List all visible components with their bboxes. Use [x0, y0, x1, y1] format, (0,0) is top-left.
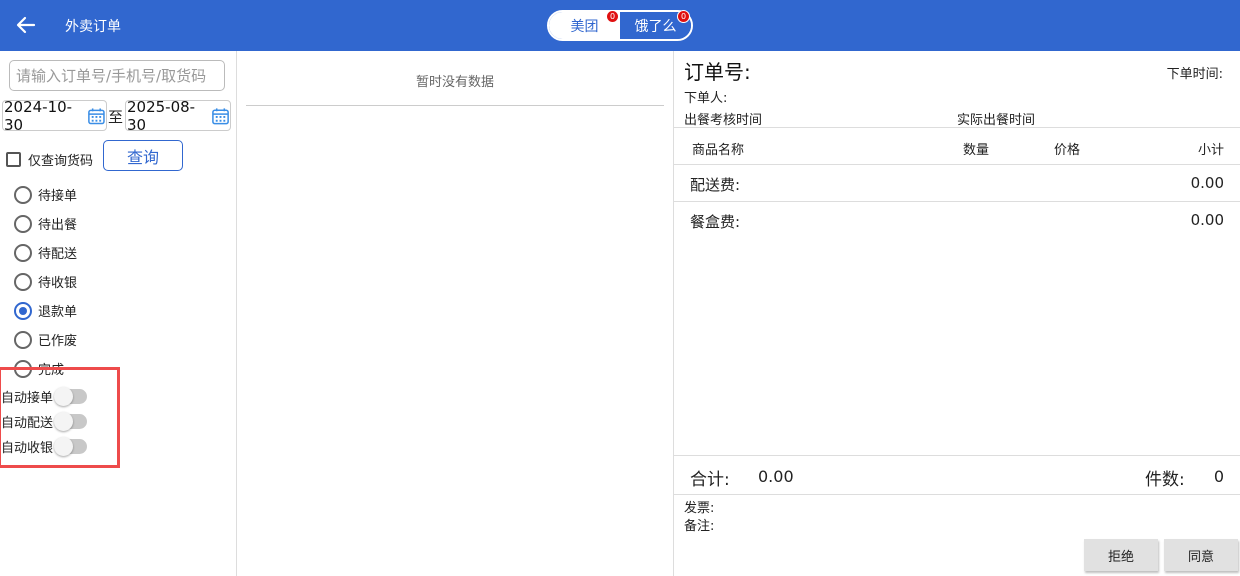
order-list-panel: 暂时没有数据	[237, 51, 674, 576]
status-radio-refund[interactable]: 退款单	[14, 301, 77, 320]
search-input[interactable]	[9, 60, 225, 91]
column-subtotal: 小计	[1197, 143, 1224, 158]
query-button[interactable]: 查询	[103, 140, 183, 171]
status-radio-voided[interactable]: 已作废	[14, 330, 77, 349]
count-label: 件数:	[1145, 470, 1185, 490]
divider	[674, 494, 1240, 495]
agree-button[interactable]: 同意	[1164, 539, 1238, 571]
actual-time-label: 实际出餐时间	[957, 113, 1036, 128]
checkbox-label: 仅查询货码	[28, 154, 94, 169]
divider	[674, 455, 1240, 456]
status-radio-pending-delivery[interactable]: 待配送	[14, 243, 77, 262]
radio-circle	[14, 185, 32, 204]
radio-circle	[14, 330, 32, 349]
page-title: 外卖订单	[65, 19, 121, 35]
status-radio-pending-accept[interactable]: 待接单	[14, 185, 77, 204]
pickup-code-only-checkbox[interactable]: 仅查询货码	[6, 150, 93, 169]
column-item-name: 商品名称	[692, 143, 745, 158]
column-price: 价格	[1054, 143, 1081, 158]
date-range-separator: 至	[108, 108, 124, 126]
tab-meituan-label: 美团	[570, 18, 599, 35]
highlight-box	[0, 367, 120, 468]
calendar-icon	[88, 107, 105, 124]
status-radio-pending-checkout[interactable]: 待收银	[14, 272, 77, 291]
count-value: 0	[1213, 467, 1224, 486]
radio-circle	[14, 214, 32, 233]
status-label: 待配送	[38, 247, 78, 262]
order-number-label: 订单号:	[684, 60, 751, 84]
box-fee-value: 0.00	[1190, 211, 1224, 229]
divider	[246, 105, 664, 106]
box-fee-label: 餐盒费:	[690, 213, 741, 231]
date-from-value: 2024-10-30	[4, 97, 73, 134]
date-from-picker[interactable]: 2024-10-30	[2, 97, 107, 134]
divider	[674, 127, 1240, 128]
calendar-icon	[212, 107, 229, 124]
status-label: 退款单	[38, 305, 78, 320]
filter-panel: 2024-10-30 至 2025-08-30 仅查询货码 查询 待接单 待出餐	[0, 51, 237, 576]
divider	[674, 201, 1240, 202]
total-label: 合计:	[690, 470, 730, 490]
divider	[674, 164, 1240, 165]
radio-circle-selected	[14, 301, 32, 320]
remark-label: 备注:	[684, 519, 715, 534]
order-detail-panel: 订单号: 下单时间: 下单人: 出餐考核时间 实际出餐时间 商品名称 数量 价格…	[674, 51, 1240, 576]
tab-meituan[interactable]: 美团 0	[549, 10, 620, 39]
tab-eleme[interactable]: 饿了么 0	[620, 10, 691, 39]
delivery-fee-label: 配送费:	[690, 176, 741, 194]
platform-switch: 美团 0 饿了么 0	[547, 10, 693, 41]
status-radio-pending-cook[interactable]: 待出餐	[14, 214, 77, 233]
order-time-label: 下单时间:	[1166, 67, 1223, 82]
tab-meituan-badge: 0	[606, 10, 619, 23]
reject-button[interactable]: 拒绝	[1084, 539, 1158, 571]
status-label: 待接单	[38, 189, 78, 204]
status-label: 待出餐	[38, 218, 78, 233]
total-value: 0.00	[758, 467, 794, 486]
tab-eleme-badge: 0	[677, 10, 690, 23]
status-label: 待收银	[38, 276, 78, 291]
date-to-value: 2025-08-30	[127, 97, 196, 134]
check-time-label: 出餐考核时间	[684, 113, 763, 128]
radio-circle	[14, 243, 32, 262]
empty-state-text: 暂时没有数据	[415, 75, 494, 90]
delivery-fee-value: 0.00	[1190, 174, 1224, 192]
invoice-label: 发票:	[684, 501, 715, 516]
checkbox-box	[6, 152, 21, 167]
column-quantity: 数量	[963, 143, 990, 158]
status-label: 已作废	[38, 334, 78, 349]
back-arrow-icon[interactable]	[14, 13, 38, 37]
radio-circle	[14, 272, 32, 291]
date-to-picker[interactable]: 2025-08-30	[125, 97, 231, 134]
orderer-label: 下单人:	[684, 91, 728, 106]
app-header: 外卖订单 美团 0 饿了么 0	[0, 0, 1240, 51]
tab-eleme-label: 饿了么	[634, 18, 677, 35]
